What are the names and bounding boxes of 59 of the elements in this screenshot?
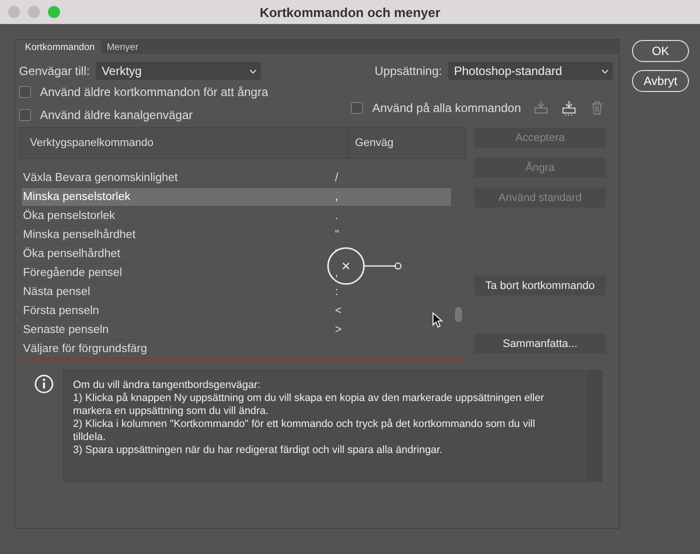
table-row[interactable]: Nästa pensel : (22, 283, 451, 302)
command-cell-text: Växla Bevara genomskinlighet (22, 172, 179, 184)
shortcut-cell: , (335, 267, 338, 279)
shortcuts-for-label: Genvägar till: (19, 64, 90, 78)
column-header: Verktygspanelkommando (20, 128, 349, 158)
trash-icon[interactable] (589, 100, 605, 116)
table-row[interactable]: Öka penselstorlek . (22, 207, 451, 226)
table-row[interactable]: Föregående pensel , (22, 264, 451, 283)
info-paragraph: Om du vill ändra tangentbordsgenvägar: (73, 379, 262, 392)
shortcut-set-label: Uppsättning: (374, 64, 442, 78)
chevron-icon (601, 68, 609, 74)
checkbox[interactable] (351, 102, 364, 114)
zoom-button[interactable] (48, 6, 60, 18)
tab[interactable]: Kortkommandon (19, 40, 101, 54)
shortcut-cell: , (335, 191, 338, 203)
command-cell-text: Första penseln (22, 305, 100, 317)
checkbox-label: Använd äldre kortkommandon för att ångra (40, 85, 268, 99)
chevron-icon (248, 68, 257, 74)
shortcut-cell: " (335, 229, 340, 241)
side-button[interactable]: Sammanfatta... (474, 333, 606, 354)
shortcut-cell: < (335, 305, 342, 317)
checkbox[interactable] (19, 86, 31, 98)
info-paragraph: 1) Klicka på knappen Ny uppsättning om du vill skapa en kopia av den markerade uppsättningen eller markera en uppsättning som du vill ändra. (73, 392, 546, 418)
command-cell-text: Senaste penseln (22, 324, 110, 336)
shortcut-cell: > (335, 324, 342, 336)
shortcut-cell: : (335, 286, 338, 298)
side-button[interactable]: Ta bort kortkommando (474, 275, 606, 296)
shortcut-cell: / (335, 172, 338, 184)
tab[interactable]: Menyer (100, 40, 144, 54)
checkbox[interactable] (19, 109, 31, 121)
command-cell-text: Minska penselstorlek (22, 191, 132, 203)
table-row[interactable]: Senaste penseln > (22, 321, 451, 340)
command-cell-text: Öka penselstorlek (22, 210, 116, 222)
save-as-icon[interactable] (561, 100, 577, 116)
close-button[interactable] (8, 6, 20, 18)
info-icon (34, 374, 54, 394)
mouse-pointer-icon (432, 312, 444, 328)
cancel-button[interactable]: Avbryt (632, 70, 689, 92)
table-row[interactable]: Minska penselhårdhet " (22, 226, 451, 245)
save-icon[interactable] (533, 100, 549, 116)
info-paragraph: 3) Spara uppsättningen när du har redigerat färdigt och vill spara alla ändringar. (73, 444, 444, 457)
table-row[interactable]: Minska penselstorlek , (22, 188, 451, 207)
command-cell-text: Minska penselhårdhet (22, 229, 137, 241)
shortcut-cell: . (335, 210, 338, 222)
window-title: Kortkommandon och menyer (260, 4, 440, 20)
command-cell-text: Öka penselhårdhet (22, 248, 122, 260)
info-paragraph: 2) Klicka i kolumnen "Kortkommando" för ett kommando och tryck på det kortkommando som du vill tilldela. (73, 418, 536, 444)
command-cell-text: Föregående pensel (22, 267, 124, 279)
command-cell-text: Väljare för förgrundsfärg (22, 343, 148, 355)
table-row[interactable]: Väljare för förgrundsfärg (22, 340, 451, 359)
command-cell-text: Nästa pensel (22, 286, 92, 298)
ok-button[interactable]: OK (632, 40, 689, 62)
minimize-button[interactable] (28, 6, 40, 18)
shortcut-set-dropdown[interactable]: Photoshop-standard (448, 62, 613, 80)
shortcuts-for-dropdown[interactable]: Verktyg (96, 62, 261, 80)
scrollbar-thumb[interactable] (455, 307, 462, 322)
checkbox-label: Använd äldre kanalgenvägar (40, 108, 193, 122)
checkbox-label: Använd på alla kommandon (372, 101, 521, 115)
column-header: Genväg (354, 137, 394, 149)
